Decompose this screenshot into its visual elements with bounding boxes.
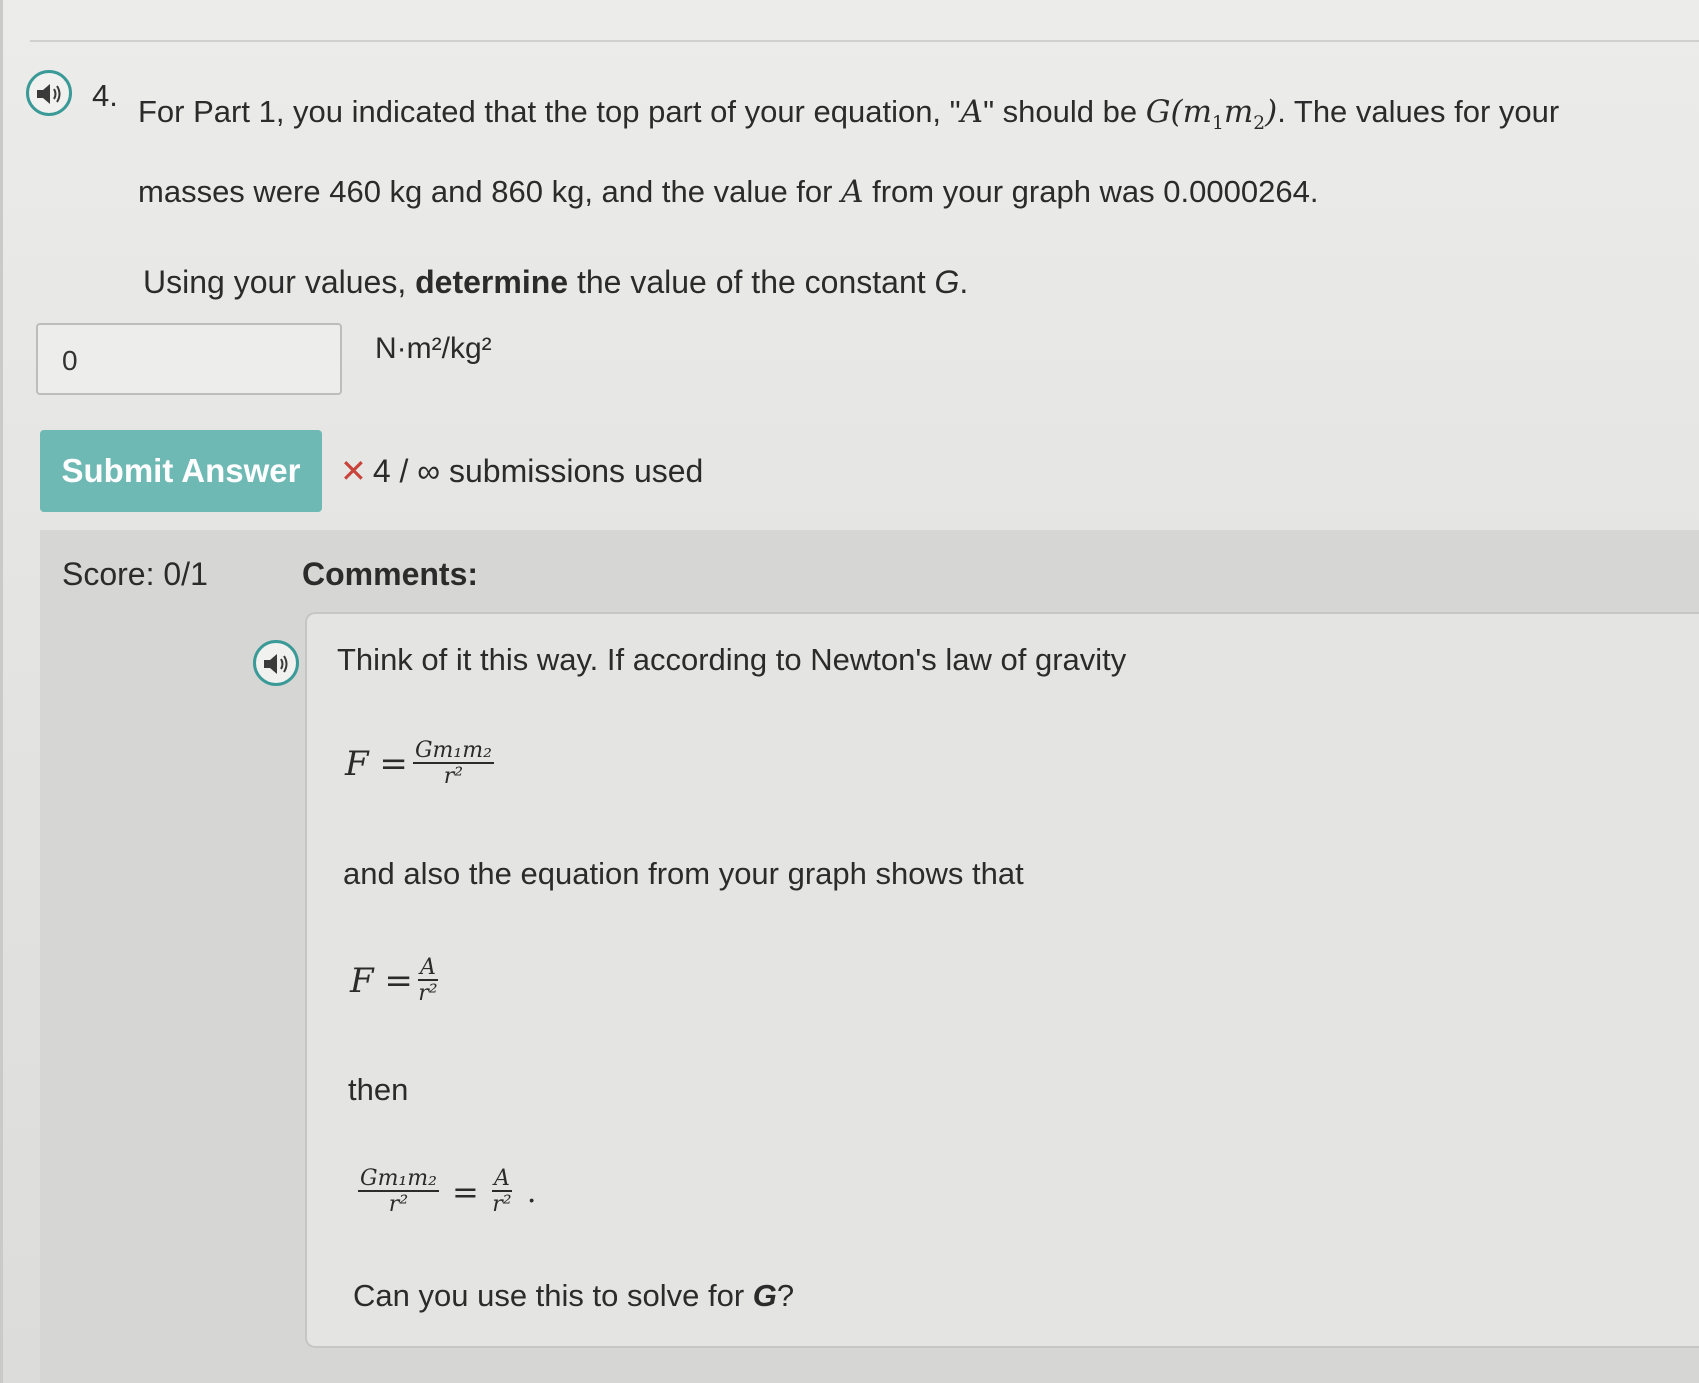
comment-line: Can you use this to solve for G? (353, 1278, 794, 1314)
equation-fraction: A r² (417, 955, 438, 1006)
comment-line: then (348, 1072, 409, 1107)
comment-text-part: Can you use this to solve for (353, 1278, 753, 1313)
math-subscript: 2 (1253, 113, 1266, 135)
fraction-numerator: Gm₁m₂ (358, 1166, 439, 1192)
fraction-denominator: r² (418, 981, 438, 1006)
comment-text-part: ? (776, 1278, 795, 1313)
submit-answer-button[interactable]: Submit Answer (40, 430, 322, 512)
speaker-icon-glyph (264, 654, 288, 674)
fraction-denominator: r² (443, 764, 464, 789)
equation-fraction: Gm₁m₂ r² (412, 738, 494, 789)
fraction-denominator: r² (492, 1192, 512, 1217)
math-subscript: 1 (1212, 113, 1224, 135)
math-part: G(m (1145, 94, 1213, 130)
math-expression: G(m1m2) (1145, 94, 1278, 134)
prompt-bold: determine (415, 264, 569, 300)
prompt-part: the value of the constant (568, 264, 935, 300)
comment-var-g: G (752, 1278, 777, 1313)
close-icon: ✕ (340, 453, 367, 489)
comment-line: and also the equation from your graph sh… (343, 856, 1024, 891)
question-number: 4. (92, 78, 118, 113)
equation-graph: F = A r² (350, 957, 438, 1005)
answer-units: N·m²/kg² (375, 332, 492, 365)
question-text-part: " should be (983, 94, 1146, 129)
equation-equals: = (452, 1173, 479, 1211)
equation-period: . (526, 1174, 537, 1210)
math-part: m (1223, 94, 1254, 130)
top-divider (30, 40, 1699, 42)
speaker-icon[interactable] (26, 70, 72, 116)
speaker-icon-glyph (37, 84, 61, 104)
question-text-part: masses were 460 kg and 860 kg, and the v… (138, 174, 842, 210)
fraction-denominator: r² (388, 1192, 409, 1217)
submissions-used: ✕ 4 / ∞ submissions used (340, 452, 703, 490)
score-label: Score: 0/1 (62, 556, 208, 592)
equation-combined: Gm₁m₂ r² = A r² . (358, 1168, 536, 1216)
prompt-part: Using your values, (143, 264, 416, 300)
question-text-part: For Part 1, you indicated that the top p… (138, 94, 961, 129)
prompt-part: . (959, 264, 969, 300)
left-divider (0, 0, 3, 1383)
comment-line: Think of it this way. If according to Ne… (337, 642, 1127, 677)
comments-label: Comments: (302, 556, 479, 592)
math-part: ) (1265, 94, 1278, 130)
speaker-icon[interactable] (253, 640, 299, 686)
equation-lhs: F = (345, 744, 408, 784)
prompt-var-g: G (934, 264, 960, 300)
math-var-a: A (960, 94, 984, 130)
math-var-a: A (841, 174, 864, 211)
question-prompt: Using your values, determine the value o… (143, 264, 968, 301)
equation-lhs: F = (350, 961, 413, 1001)
equation-fraction: A r² (491, 1166, 512, 1217)
equation-newton: F = Gm₁m₂ r² (345, 740, 494, 788)
question-text: For Part 1, you indicated that the top p… (138, 78, 1658, 226)
submissions-used-text: 4 / ∞ submissions used (372, 453, 704, 489)
comment-card (305, 612, 1699, 1348)
question-text-part: . The values for your (1277, 94, 1560, 129)
fraction-numerator: A (491, 1166, 512, 1192)
answer-input[interactable]: 0 (36, 323, 342, 395)
fraction-numerator: A (417, 955, 438, 981)
equation-fraction: Gm₁m₂ r² (358, 1168, 439, 1216)
question-text-part: from your graph was 0.0000264. (863, 174, 1319, 210)
fraction-numerator: Gm₁m₂ (412, 738, 494, 764)
